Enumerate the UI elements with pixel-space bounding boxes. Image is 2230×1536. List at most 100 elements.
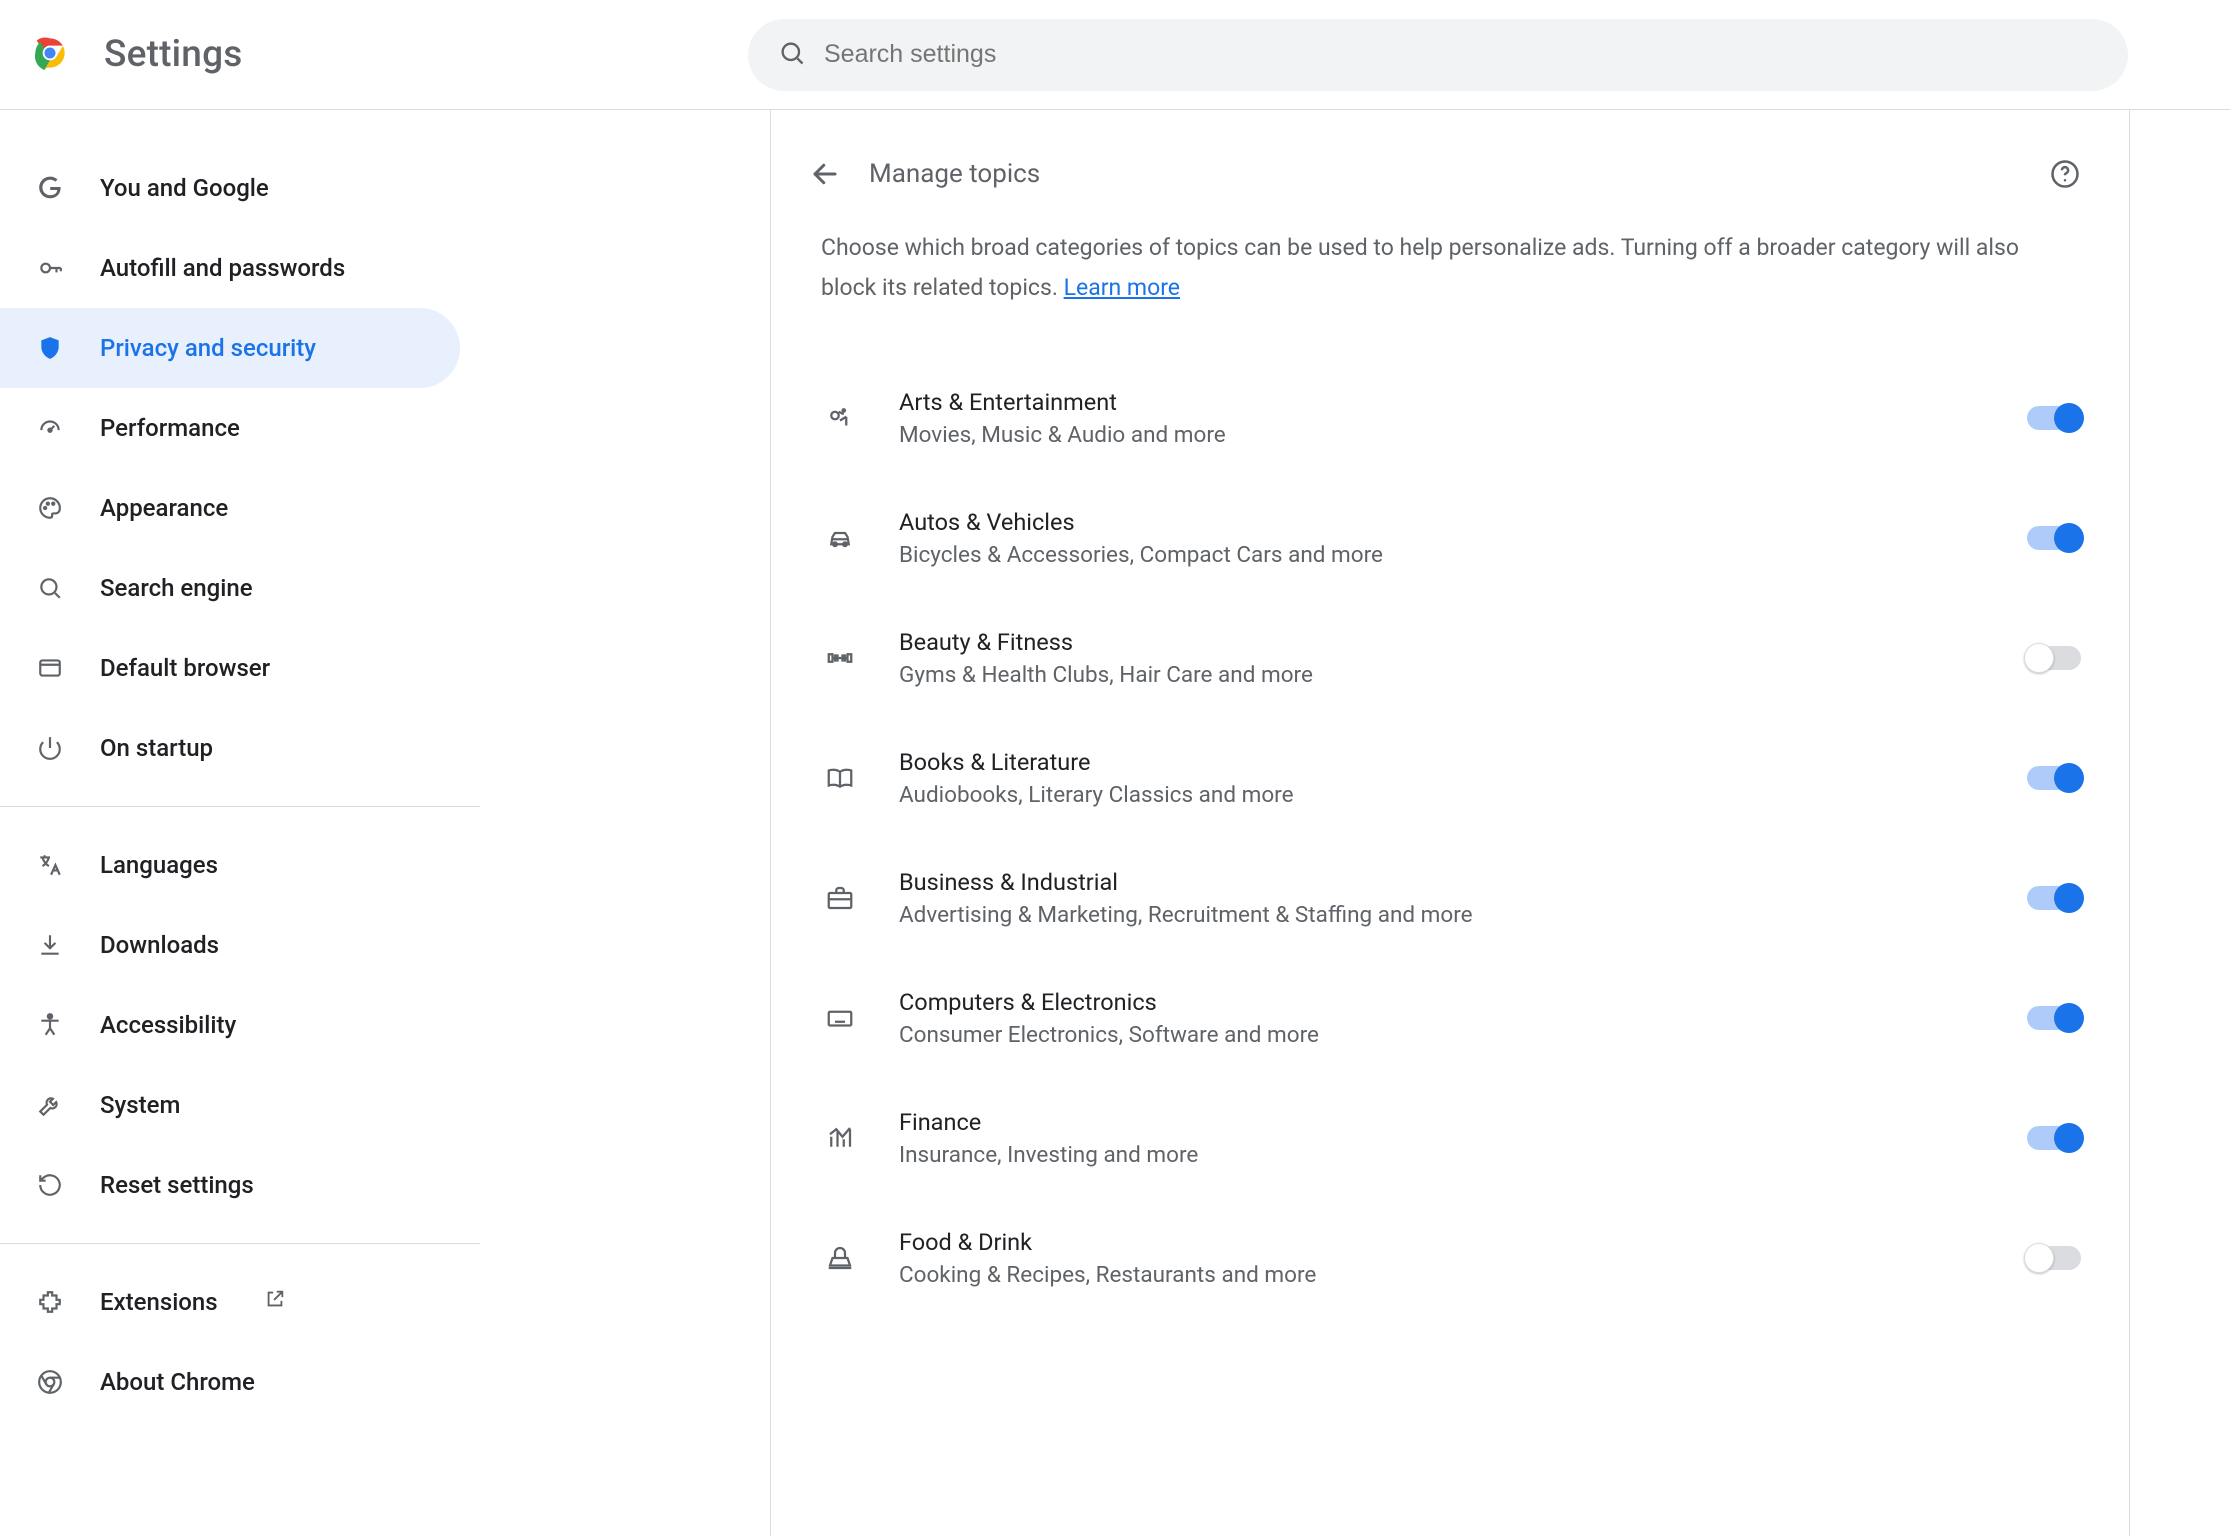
topic-subtitle: Advertising & Marketing, Recruitment & S…: [899, 902, 1989, 928]
topic-title: Food & Drink: [899, 1228, 1989, 1256]
book-icon: [819, 763, 861, 793]
extension-icon: [34, 1289, 66, 1315]
wrench-icon: [34, 1092, 66, 1118]
sidebar-item-label: Reset settings: [100, 1171, 254, 1199]
sidebar-item-label: Performance: [100, 414, 240, 442]
intro-copy: Choose which broad categories of topics …: [821, 234, 2019, 301]
topic-toggle-computers[interactable]: [2027, 1006, 2081, 1030]
page-title: Manage topics: [869, 159, 1040, 189]
topic-title: Beauty & Fitness: [899, 628, 1989, 656]
topic-row-food: Food & Drink Cooking & Recipes, Restauran…: [809, 1198, 2091, 1318]
chrome-logo-icon: [28, 31, 72, 79]
sidebar-item-downloads[interactable]: Downloads: [0, 905, 460, 985]
topic-subtitle: Audiobooks, Literary Classics and more: [899, 782, 1989, 808]
topic-title: Arts & Entertainment: [899, 388, 1989, 416]
sidebar-item-label: Languages: [100, 851, 218, 879]
learn-more-link[interactable]: Learn more: [1064, 274, 1180, 301]
topic-row-beauty: Beauty & Fitness Gyms & Health Clubs, Hai…: [809, 598, 2091, 718]
topic-row-autos: Autos & Vehicles Bicycles & Accessories, …: [809, 478, 2091, 598]
topic-title: Business & Industrial: [899, 868, 1989, 896]
sidebar-item-performance[interactable]: Performance: [0, 388, 460, 468]
sidebar-item-appearance[interactable]: Appearance: [0, 468, 460, 548]
palette-icon: [34, 495, 66, 521]
topic-title: Autos & Vehicles: [899, 508, 1989, 536]
header: Settings: [0, 0, 2230, 110]
topic-toggle-beauty[interactable]: [2027, 646, 2081, 670]
sidebar-item-label: Downloads: [100, 931, 219, 959]
sidebar-item-label: Search engine: [100, 574, 253, 602]
sidebar-item-label: About Chrome: [100, 1368, 255, 1396]
search-icon: [778, 39, 806, 71]
topic-row-arts: Arts & Entertainment Movies, Music & Audi…: [809, 358, 2091, 478]
fitness-icon: [819, 643, 861, 673]
keyboard-icon: [819, 1003, 861, 1033]
topic-row-business: Business & Industrial Advertising & Marke…: [809, 838, 2091, 958]
sidebar-item-label: Appearance: [100, 494, 228, 522]
sidebar-item-label: Privacy and security: [100, 334, 316, 362]
sidebar-item-label: On startup: [100, 734, 213, 762]
topic-toggle-food[interactable]: [2027, 1246, 2081, 1270]
topic-subtitle: Bicycles & Accessories, Compact Cars and…: [899, 542, 1989, 568]
app-title: Settings: [104, 33, 243, 76]
topic-subtitle: Gyms & Health Clubs, Hair Care and more: [899, 662, 1989, 688]
chrome-icon: [34, 1369, 66, 1395]
sidebar-item-languages[interactable]: Languages: [0, 825, 460, 905]
main: Manage topics Choose which broad categor…: [480, 110, 2230, 1536]
topic-toggle-autos[interactable]: [2027, 526, 2081, 550]
search-settings[interactable]: [748, 19, 2128, 91]
download-icon: [34, 932, 66, 958]
sidebar-item-about[interactable]: About Chrome: [0, 1342, 460, 1422]
finance-icon: [819, 1123, 861, 1153]
topic-toggle-arts[interactable]: [2027, 406, 2081, 430]
back-button[interactable]: [801, 150, 849, 198]
food-icon: [819, 1243, 861, 1273]
page-header: Manage topics: [771, 150, 2129, 228]
topic-subtitle: Movies, Music & Audio and more: [899, 422, 1989, 448]
browser-icon: [34, 655, 66, 681]
sidebar-item-you-and-google[interactable]: You and Google: [0, 148, 460, 228]
search-icon: [34, 575, 66, 601]
power-icon: [34, 735, 66, 761]
topic-row-computers: Computers & Electronics Consumer Electron…: [809, 958, 2091, 1078]
sidebar-item-label: Extensions: [100, 1288, 218, 1316]
speed-icon: [34, 415, 66, 441]
sidebar-item-default-browser[interactable]: Default browser: [0, 628, 460, 708]
topic-subtitle: Consumer Electronics, Software and more: [899, 1022, 1989, 1048]
header-left: Settings: [28, 31, 748, 79]
translate-icon: [34, 852, 66, 878]
sidebar: You and Google Autofill and passwords Priv…: [0, 110, 480, 1536]
sidebar-item-search-engine[interactable]: Search engine: [0, 548, 460, 628]
sidebar-item-privacy[interactable]: Privacy and security: [0, 308, 460, 388]
reset-icon: [34, 1172, 66, 1198]
topic-toggle-books[interactable]: [2027, 766, 2081, 790]
topic-row-books: Books & LiteratureAudiobooks, Literary C…: [809, 718, 2091, 838]
intro-text: Choose which broad categories of topics …: [771, 228, 2129, 338]
sidebar-item-extensions[interactable]: Extensions: [0, 1262, 460, 1342]
sidebar-item-label: Default browser: [100, 654, 270, 682]
help-button[interactable]: [2041, 150, 2089, 198]
sidebar-item-reset[interactable]: Reset settings: [0, 1145, 460, 1225]
sidebar-item-accessibility[interactable]: Accessibility: [0, 985, 460, 1065]
sidebar-item-label: You and Google: [100, 174, 269, 202]
key-icon: [34, 255, 66, 281]
topic-toggle-business[interactable]: [2027, 886, 2081, 910]
topic-subtitle: Cooking & Recipes, Restaurants and more: [899, 1262, 1989, 1288]
topic-row-finance: Finance Insurance, Investing and more: [809, 1078, 2091, 1198]
sidebar-item-autofill[interactable]: Autofill and passwords: [0, 228, 460, 308]
briefcase-icon: [819, 883, 861, 913]
sidebar-item-startup[interactable]: On startup: [0, 708, 460, 788]
sidebar-item-system[interactable]: System: [0, 1065, 460, 1145]
topic-subtitle: Insurance, Investing and more: [899, 1142, 1989, 1168]
sidebar-divider: [0, 1243, 480, 1244]
sidebar-item-label: System: [100, 1091, 180, 1119]
car-icon: [819, 523, 861, 553]
sidebar-divider: [0, 806, 480, 807]
topic-toggle-finance[interactable]: [2027, 1126, 2081, 1150]
topic-list: Arts & Entertainment Movies, Music & Audi…: [771, 338, 2129, 1318]
topic-title: Finance: [899, 1108, 1989, 1136]
topic-title: Computers & Electronics: [899, 988, 1989, 1016]
open-external-icon: [264, 1288, 286, 1316]
search-input[interactable]: [824, 40, 2098, 69]
content-card: Manage topics Choose which broad categor…: [770, 110, 2130, 1536]
accessibility-icon: [34, 1012, 66, 1038]
